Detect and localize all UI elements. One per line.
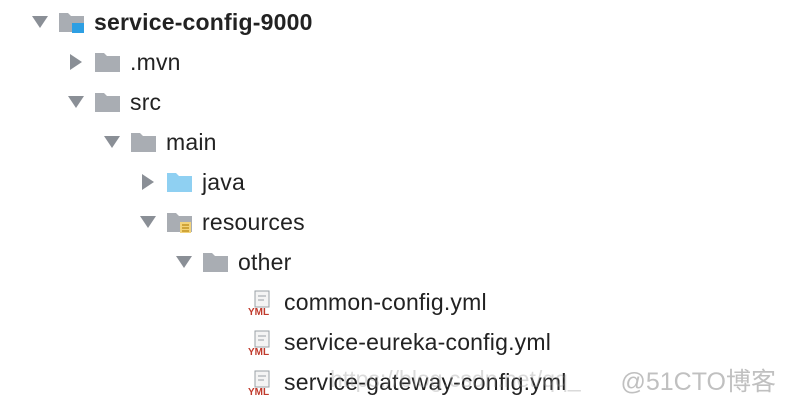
tree-file-common-config[interactable]: YML common-config.yml (248, 282, 487, 322)
yml-file-icon: YML (248, 330, 276, 358)
tree-file-eureka-config[interactable]: YML service-eureka-config.yml (248, 322, 551, 362)
watermark-url: https://blog.csdn.net/qq_ (330, 366, 581, 392)
yml-badge: YML (248, 387, 269, 396)
chevron-down-icon[interactable] (176, 256, 192, 268)
chevron-down-icon[interactable] (104, 136, 120, 148)
resources-folder-icon (166, 210, 194, 234)
tree-label-other: other (238, 248, 292, 275)
folder-icon (94, 50, 122, 74)
tree-node-mvn[interactable]: .mvn (58, 42, 181, 82)
chevron-right-icon[interactable] (70, 54, 82, 70)
tree-node-java[interactable]: java (130, 162, 245, 202)
tree-label-resources: resources (202, 208, 305, 235)
folder-icon (130, 130, 158, 154)
yml-badge: YML (248, 307, 269, 316)
folder-icon (202, 250, 230, 274)
module-folder-icon (58, 10, 86, 34)
watermark-brand: @51CTO博客 (620, 368, 776, 396)
yml-badge: YML (248, 347, 269, 356)
tree-node-src[interactable]: src (58, 82, 161, 122)
tree-label-file1: common-config.yml (284, 288, 487, 315)
source-folder-icon (166, 170, 194, 194)
tree-node-other[interactable]: other (166, 242, 291, 282)
chevron-down-icon[interactable] (32, 16, 48, 28)
tree-node-resources[interactable]: resources (130, 202, 305, 242)
tree-label-file2: service-eureka-config.yml (284, 328, 552, 355)
tree-label-root: service-config-9000 (94, 8, 313, 35)
tree-label-main: main (166, 128, 217, 155)
chevron-down-icon[interactable] (140, 216, 156, 228)
yml-file-icon: YML (248, 290, 276, 318)
tree-label-src: src (130, 88, 162, 115)
yml-file-icon: YML (248, 370, 276, 398)
tree-label-java: java (202, 168, 245, 195)
project-tree: service-config-9000 .mvn src main java r… (0, 0, 794, 414)
tree-node-main[interactable]: main (94, 122, 217, 162)
folder-icon (94, 90, 122, 114)
tree-node-root[interactable]: service-config-9000 (22, 2, 313, 42)
tree-label-mvn: .mvn (130, 48, 181, 75)
chevron-down-icon[interactable] (68, 96, 84, 108)
chevron-right-icon[interactable] (142, 174, 154, 190)
